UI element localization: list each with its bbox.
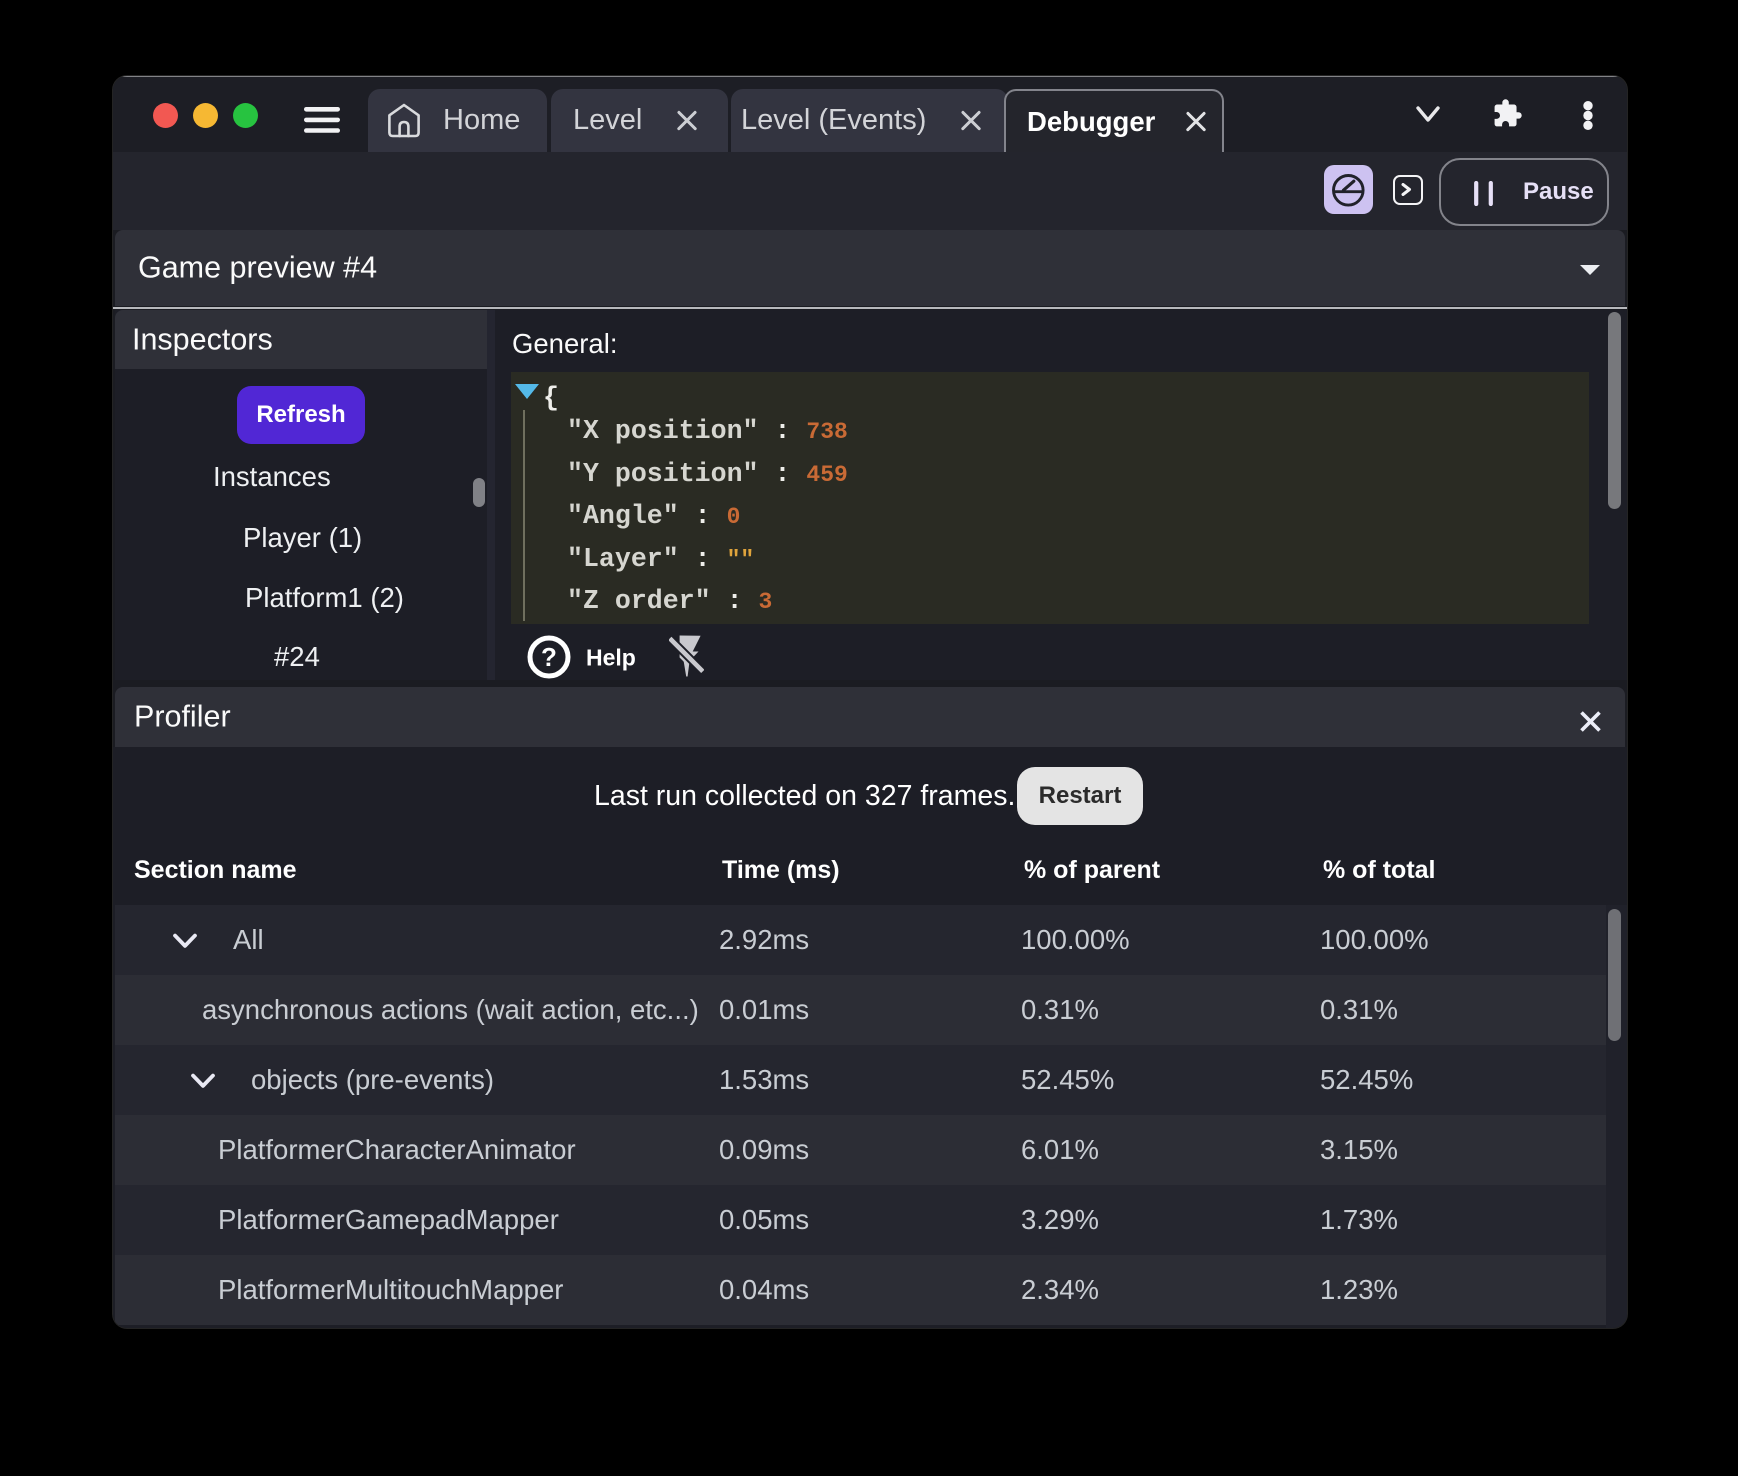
svg-text:?: ? bbox=[541, 642, 557, 672]
